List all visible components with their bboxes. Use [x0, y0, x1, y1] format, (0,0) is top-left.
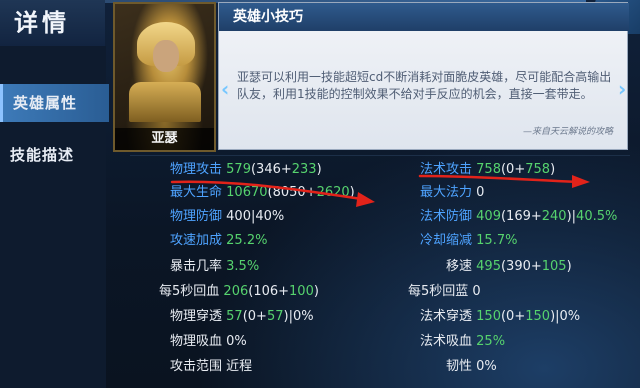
- stat-label: 法术防御: [420, 209, 473, 224]
- stat-label: 暴击几率: [170, 259, 223, 274]
- stat-value: 57: [226, 309, 243, 324]
- stat-phys-pen: 物理穿透 57(0+57)|0%: [170, 308, 314, 326]
- stat-value: 25%: [476, 334, 506, 349]
- stat-tail: )|: [566, 209, 577, 224]
- stat-tail: ): [316, 162, 322, 177]
- stat-tail: ): [313, 284, 319, 299]
- red-arrow-left: [170, 180, 375, 207]
- stat-value: 0%: [226, 334, 247, 349]
- stat-label: 韧性: [446, 359, 473, 374]
- stat-label: 每5秒回蓝: [408, 284, 469, 299]
- tab-skill-description[interactable]: 技能描述: [0, 136, 106, 174]
- stat-bonus: 233: [291, 162, 317, 177]
- page-title: 详情: [0, 0, 105, 47]
- stat-base: (346+: [250, 162, 292, 177]
- stat-value: 25.2%: [226, 233, 268, 248]
- stat-value: 近程: [226, 359, 253, 374]
- stat-value: 3.5%: [226, 259, 260, 274]
- stat-label: 法术穿透: [420, 309, 473, 324]
- stat-tail: ): [566, 259, 572, 274]
- hero-face-art: [153, 40, 179, 72]
- tips-title: 英雄小技巧: [219, 3, 629, 31]
- tips-panel: 英雄小技巧 亚瑟可以利用一技能超短cd不断消耗对面脆皮英雄，尽可能配合高输出队友…: [218, 2, 629, 150]
- stat-base: (106+: [248, 284, 290, 299]
- stat-move-speed: 移速 495(390+105): [446, 258, 572, 276]
- stat-value: 206: [223, 284, 249, 299]
- red-arrow-right: [418, 174, 590, 188]
- stat-bonus: 150: [525, 309, 551, 324]
- tips-source: —来自天云解说的攻略: [522, 127, 613, 137]
- stat-base: (0+: [242, 309, 267, 324]
- stat-tenacity: 韧性 0%: [446, 358, 497, 376]
- stat-hp-regen: 每5秒回血 206(106+100): [159, 283, 319, 301]
- stat-label: 法术吸血: [420, 334, 473, 349]
- stat-value: 409: [476, 209, 501, 224]
- sidebar: 英雄属性 技能描述: [0, 46, 109, 388]
- next-tip-icon[interactable]: ›: [618, 78, 630, 100]
- hero-armor-art: [129, 82, 201, 122]
- stat-label: 攻速加成: [170, 233, 223, 248]
- tips-body: 亚瑟可以利用一技能超短cd不断消耗对面脆皮英雄，尽可能配合高输出队友，利用1技能…: [237, 70, 612, 101]
- stat-label: 攻击范围: [170, 359, 223, 374]
- stat-phys-vamp: 物理吸血 0%: [170, 333, 247, 351]
- stat-magic-def: 法术防御 409(169+240)|40.5%: [420, 208, 617, 226]
- stat-attack-speed: 攻速加成 25.2%: [170, 232, 267, 250]
- stat-label: 物理穿透: [170, 309, 223, 324]
- divider: [130, 155, 630, 156]
- stat-label: 物理攻击: [170, 162, 223, 177]
- stat-extra: 40.5%: [576, 209, 618, 224]
- stat-base: (169+: [500, 209, 542, 224]
- stat-label: 冷却缩减: [420, 233, 473, 248]
- stat-magic-vamp: 法术吸血 25%: [420, 333, 505, 351]
- stat-bonus: 240: [541, 209, 567, 224]
- stat-value: 15.7%: [476, 233, 518, 248]
- stat-crit-rate: 暴击几率 3.5%: [170, 258, 259, 276]
- stat-value: 0%: [476, 359, 497, 374]
- stat-bonus: 57: [266, 309, 284, 324]
- stat-base: (0+: [500, 309, 526, 324]
- stat-tail: )|0%: [283, 309, 314, 324]
- stat-mana-regen: 每5秒回蓝 0: [408, 283, 481, 301]
- stat-value: 495: [476, 259, 501, 274]
- hero-portrait: 亚瑟: [113, 2, 216, 152]
- stat-tail: )|0%: [550, 309, 581, 324]
- stat-magic-pen: 法术穿透 150(0+150)|0%: [420, 308, 580, 326]
- stat-label: 每5秒回血: [159, 284, 220, 299]
- stat-value: 579: [226, 162, 251, 177]
- stat-base: (390+: [500, 259, 542, 274]
- tab-hero-attributes[interactable]: 英雄属性: [0, 84, 109, 122]
- stat-bonus: 100: [289, 284, 314, 299]
- stat-label: 移速: [446, 259, 473, 274]
- prev-tip-icon[interactable]: ‹: [221, 78, 233, 100]
- stat-attack-range: 攻击范围 近程: [170, 358, 252, 376]
- stat-cdr: 冷却缩减 15.7%: [420, 232, 517, 250]
- hero-name: 亚瑟: [115, 128, 214, 150]
- stat-bonus: 105: [541, 259, 567, 274]
- stat-value: 150: [476, 309, 501, 324]
- stat-phys-attack: 物理攻击 579(346+233): [170, 161, 322, 179]
- stat-label: 物理吸血: [170, 334, 223, 349]
- stat-value: 0: [472, 284, 481, 299]
